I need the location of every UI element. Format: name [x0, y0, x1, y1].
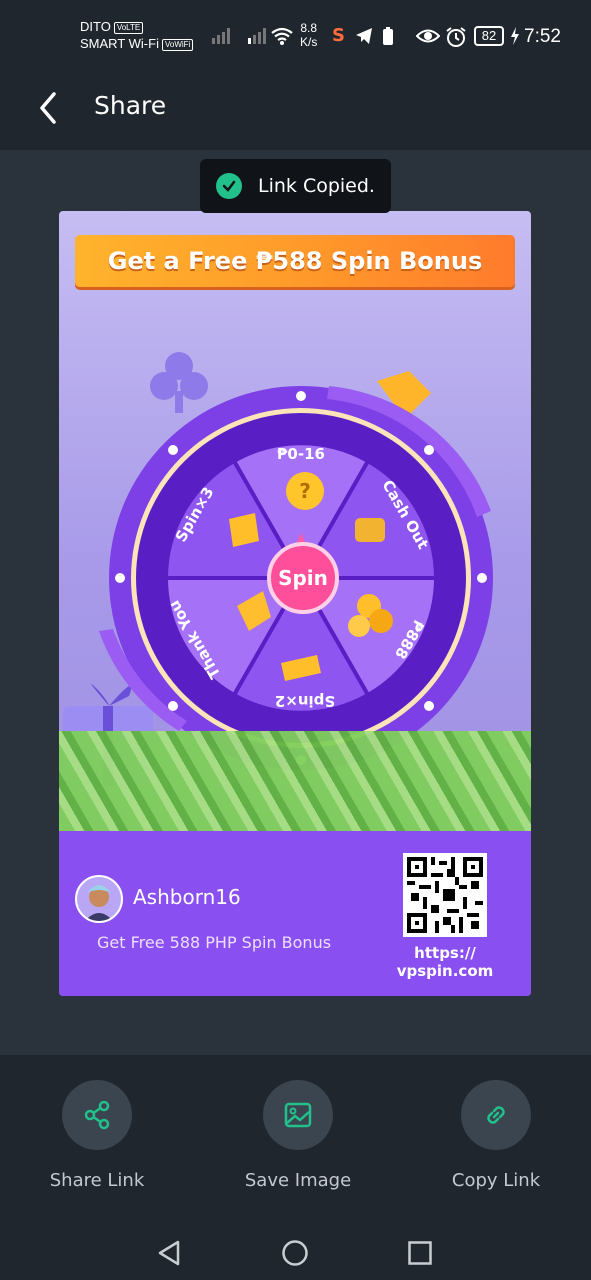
system-nav-bar: [0, 1225, 591, 1280]
card-footer: Ashborn16 Get Free 588 PHP Spin Bonus ht…: [59, 831, 531, 996]
toast-text: Link Copied.: [258, 175, 375, 197]
wallet-icon: [355, 518, 385, 542]
recents-square-icon[interactable]: [398, 1231, 442, 1275]
save-image-label: Save Image: [244, 1170, 352, 1191]
home-circle-icon[interactable]: [273, 1231, 317, 1275]
copy-link-button[interactable]: Copy Link: [426, 1080, 566, 1191]
share-actions: Share Link Save Image Copy Link: [0, 1055, 591, 1225]
promo-text: Get Free 588 PHP Spin Bonus: [97, 933, 332, 952]
clock: 7:52: [524, 26, 561, 47]
battery-saver-icon: [383, 27, 393, 45]
vowifi-badge: VoWiFi: [161, 38, 194, 51]
wifi-icon: [271, 27, 293, 45]
back-arrow-icon[interactable]: [32, 88, 72, 128]
telegram-icon: [356, 28, 372, 44]
status-bar: DITO VoLTE SMART Wi-Fi VoWiFi 8.8 K/s S 82…: [0, 0, 591, 70]
alarm-icon: [446, 27, 466, 47]
referral-url: https:// vpspin.com: [396, 944, 494, 980]
promo-banner: Get a Free ₱588 Spin Bonus: [75, 235, 515, 287]
carrier-1: DITO: [80, 19, 111, 34]
save-image-button[interactable]: Save Image: [228, 1080, 368, 1191]
app-s-icon: S: [332, 25, 345, 46]
carrier-info: DITO VoLTE SMART Wi-Fi VoWiFi: [80, 18, 194, 52]
spin-label: Spin: [278, 566, 328, 590]
toast-link-copied: Link Copied.: [200, 159, 391, 213]
volte-badge: VoLTE: [113, 21, 144, 34]
share-icon[interactable]: [62, 1080, 132, 1150]
link-icon[interactable]: [461, 1080, 531, 1150]
segment-label: ₱0-16: [277, 445, 325, 463]
page-title: Share: [94, 91, 167, 120]
signal-icon: [248, 26, 266, 44]
eye-icon: [416, 29, 440, 43]
battery-indicator: 82: [474, 26, 504, 46]
signal-icon: [212, 26, 230, 44]
image-icon[interactable]: [263, 1080, 333, 1150]
segment-label: Spin×2: [275, 692, 335, 710]
share-link-label: Share Link: [49, 1170, 145, 1191]
svg-text:?: ?: [299, 479, 311, 503]
share-link-button[interactable]: Share Link: [27, 1080, 167, 1191]
app-bar: Share: [0, 70, 591, 150]
check-circle-icon: [216, 173, 242, 199]
back-triangle-icon[interactable]: [147, 1231, 191, 1275]
qr-code: [403, 853, 487, 937]
carrier-2: SMART Wi-Fi: [80, 36, 159, 51]
avatar: [75, 875, 123, 923]
club-icon: [150, 352, 208, 413]
username: Ashborn16: [133, 885, 241, 909]
cash-pile-decoration: [59, 731, 531, 831]
banner-text: Get a Free ₱588 Spin Bonus: [107, 247, 483, 275]
charging-icon: [511, 27, 519, 45]
share-card-image: Get a Free ₱588 Spin Bonus ? ₱0-16 Cash …: [59, 211, 531, 996]
net-speed: 8.8 K/s: [300, 21, 318, 49]
copy-link-label: Copy Link: [451, 1170, 541, 1191]
ticket-icon: [229, 513, 259, 547]
